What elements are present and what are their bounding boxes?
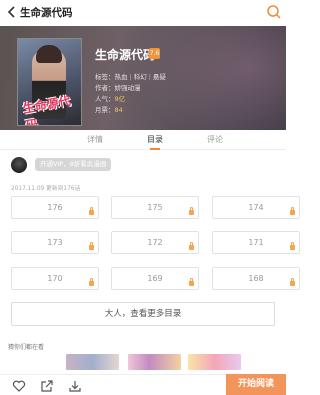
recommendation-thumbnail[interactable]: [128, 354, 181, 370]
chapter-item[interactable]: 169: [111, 267, 199, 290]
cover-figure-hair: [36, 45, 62, 63]
chapter-number: 176: [47, 203, 63, 212]
rating-badge: 7.6: [149, 48, 160, 59]
tab-details[interactable]: 详情: [87, 134, 103, 145]
lock-icon: [89, 278, 94, 286]
tab-catalog[interactable]: 目录: [147, 134, 163, 145]
popularity-value: 9亿: [114, 95, 126, 103]
recommendation-thumbnail[interactable]: [66, 354, 119, 370]
recommendation-thumbnail[interactable]: [188, 354, 241, 370]
chapter-number: 168: [248, 274, 264, 283]
tag[interactable]: 科幻: [134, 73, 147, 81]
start-reading-button[interactable]: 开始阅读: [226, 374, 286, 395]
book-title: 生命源代码: [95, 48, 156, 62]
download-icon[interactable]: [68, 379, 82, 393]
tab-bar: 详情 目录 评论: [0, 130, 286, 150]
lock-icon: [290, 242, 295, 250]
tab-comments[interactable]: 评论: [207, 134, 223, 145]
chapter-number: 171: [248, 238, 264, 247]
page-title: 生命源代码: [20, 7, 73, 19]
more-chapters-button[interactable]: 大人，查看更多目录: [11, 302, 275, 326]
chapter-number: 174: [248, 203, 264, 212]
book-popularity: 人气：9亿: [95, 93, 125, 103]
lock-icon: [189, 207, 194, 215]
share-icon[interactable]: [40, 379, 54, 393]
chapter-number: 170: [47, 274, 63, 283]
chapter-number: 175: [147, 203, 163, 212]
popularity-label: 人气：: [95, 95, 115, 103]
cover-logo: 生命源代码: [21, 93, 72, 126]
lock-icon: [189, 242, 194, 250]
chapter-item[interactable]: 171: [212, 231, 300, 254]
chapter-item[interactable]: 173: [11, 231, 99, 254]
heart-icon[interactable]: [12, 379, 26, 393]
tickets-label: 月票：: [95, 106, 115, 114]
top-bar: 生命源代码: [0, 0, 286, 26]
search-icon[interactable]: [266, 4, 282, 20]
active-tab-indicator: [150, 148, 160, 150]
book-hero: 生命源代码 生命源代码 7.6 标签：热血 | 科幻 | 悬疑 作者：娇强动漫 人气：9…: [0, 26, 286, 130]
author-name[interactable]: 娇强动漫: [115, 84, 141, 92]
chapter-item[interactable]: 172: [111, 231, 199, 254]
chapter-number: 169: [147, 274, 163, 283]
user-avatar: [11, 157, 27, 173]
vip-button[interactable]: 开通VIP，8折看此漫画: [35, 158, 112, 171]
book-tags: 标签：热血 | 科幻 | 悬疑: [95, 73, 166, 81]
lock-icon: [89, 207, 94, 215]
chapter-item[interactable]: 170: [11, 267, 99, 290]
author-label: 作者：: [95, 84, 115, 92]
also-watching-title: 猜你们都在看: [8, 344, 45, 351]
chapter-item[interactable]: 174: [212, 196, 300, 219]
chapter-number: 173: [47, 238, 63, 247]
back-arrow-icon[interactable]: [5, 5, 19, 19]
tag[interactable]: 热血: [115, 73, 128, 81]
lock-icon: [89, 242, 94, 250]
chapter-item[interactable]: 168: [212, 267, 300, 290]
chapter-item[interactable]: 175: [111, 196, 199, 219]
book-cover-image[interactable]: 生命源代码: [17, 38, 82, 126]
tags-label: 标签：: [95, 73, 115, 81]
chapter-number: 172: [147, 238, 163, 247]
tickets-value: 84: [114, 106, 123, 114]
book-author: 作者：娇强动漫: [95, 82, 141, 92]
book-monthly-tickets: 月票：84: [95, 104, 123, 114]
tag[interactable]: 悬疑: [153, 73, 166, 81]
lock-icon: [290, 278, 295, 286]
update-info: 2017.11.09 更新到176话: [11, 186, 81, 192]
lock-icon: [290, 207, 295, 215]
chapter-item[interactable]: 176: [11, 196, 99, 219]
lock-icon: [189, 278, 194, 286]
